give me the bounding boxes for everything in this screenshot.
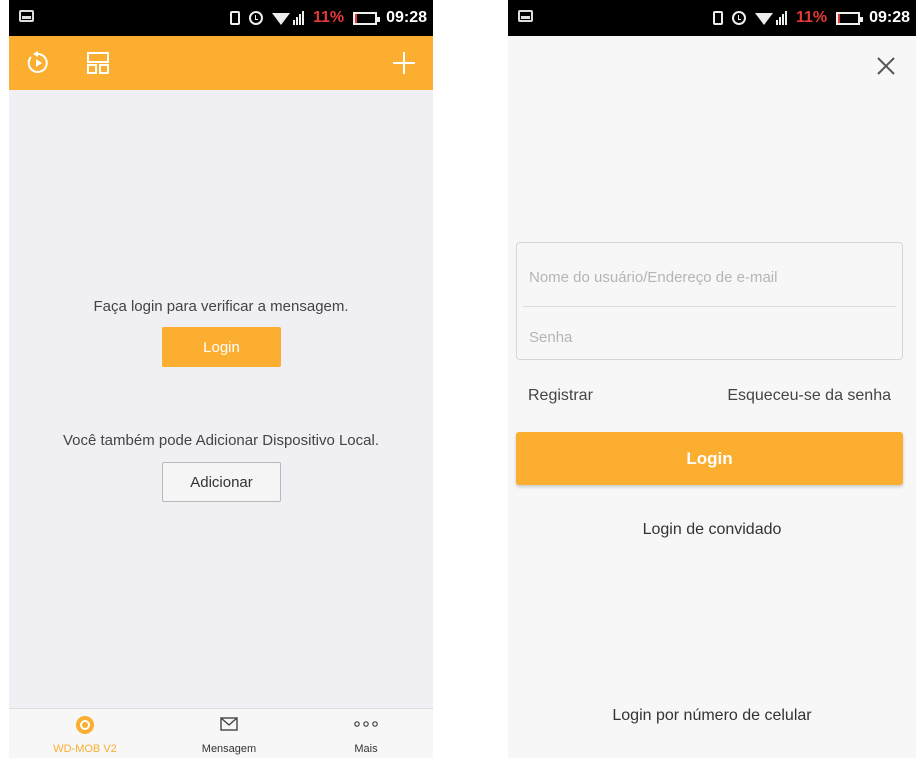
username-input[interactable]: [529, 257, 889, 297]
status-bar: 11% 09:28: [9, 0, 433, 36]
envelope-icon: [220, 717, 238, 731]
top-toolbar: [9, 36, 433, 90]
alarm-icon: [248, 11, 263, 25]
battery-percent: 11%: [795, 9, 828, 26]
tab-label: Mais: [354, 743, 378, 755]
status-bar: 11% 09:28: [508, 0, 916, 36]
login-prompt: Faça login para verificar a mensagem.: [93, 298, 349, 315]
tab-label: WD-MOB V2: [53, 743, 117, 755]
tab-label: Mensagem: [201, 743, 257, 755]
login-button[interactable]: Login: [516, 432, 903, 485]
playback-icon[interactable]: [23, 36, 53, 90]
gallery-icon: [518, 10, 533, 22]
tab-wd-mob[interactable]: WD-MOB V2: [35, 709, 135, 758]
clock: 09:28: [386, 9, 427, 26]
signal-icon: [754, 11, 787, 25]
close-icon[interactable]: [874, 54, 898, 78]
bottom-tab-bar: WD-MOB V2 Mensagem Mais: [9, 708, 433, 758]
battery-icon: [353, 11, 381, 25]
divider: [523, 306, 896, 307]
layout-icon[interactable]: [83, 36, 113, 90]
main-screen: 11% 09:28 Faça login para verificar a me…: [9, 0, 433, 758]
signal-icon: [271, 11, 304, 25]
gallery-icon: [19, 10, 34, 22]
vibrate-icon: [229, 11, 240, 25]
login-form: [516, 242, 903, 360]
add-device-prompt: Você também pode Adicionar Dispositivo L…: [62, 432, 379, 449]
tab-mensagem[interactable]: Mensagem: [179, 709, 279, 758]
login-screen: 11% 09:28 Registrar Esqueceu-se da senha…: [508, 0, 916, 758]
camera-icon: [76, 716, 94, 734]
more-dots-icon: [354, 721, 378, 727]
tab-mais[interactable]: Mais: [316, 709, 416, 758]
alarm-icon: [731, 11, 746, 25]
clock: 09:28: [869, 9, 910, 26]
login-button[interactable]: Login: [162, 327, 281, 367]
forgot-password-link[interactable]: Esqueceu-se da senha: [727, 387, 891, 405]
battery-icon: [836, 11, 864, 25]
add-icon[interactable]: [389, 36, 419, 90]
password-input[interactable]: [529, 317, 889, 357]
battery-percent: 11%: [312, 9, 345, 26]
phone-login-link[interactable]: Login por número de celular: [508, 707, 916, 725]
vibrate-icon: [712, 11, 723, 25]
register-link[interactable]: Registrar: [528, 387, 593, 405]
add-device-button[interactable]: Adicionar: [162, 462, 281, 502]
guest-login-link[interactable]: Login de convidado: [508, 521, 916, 539]
